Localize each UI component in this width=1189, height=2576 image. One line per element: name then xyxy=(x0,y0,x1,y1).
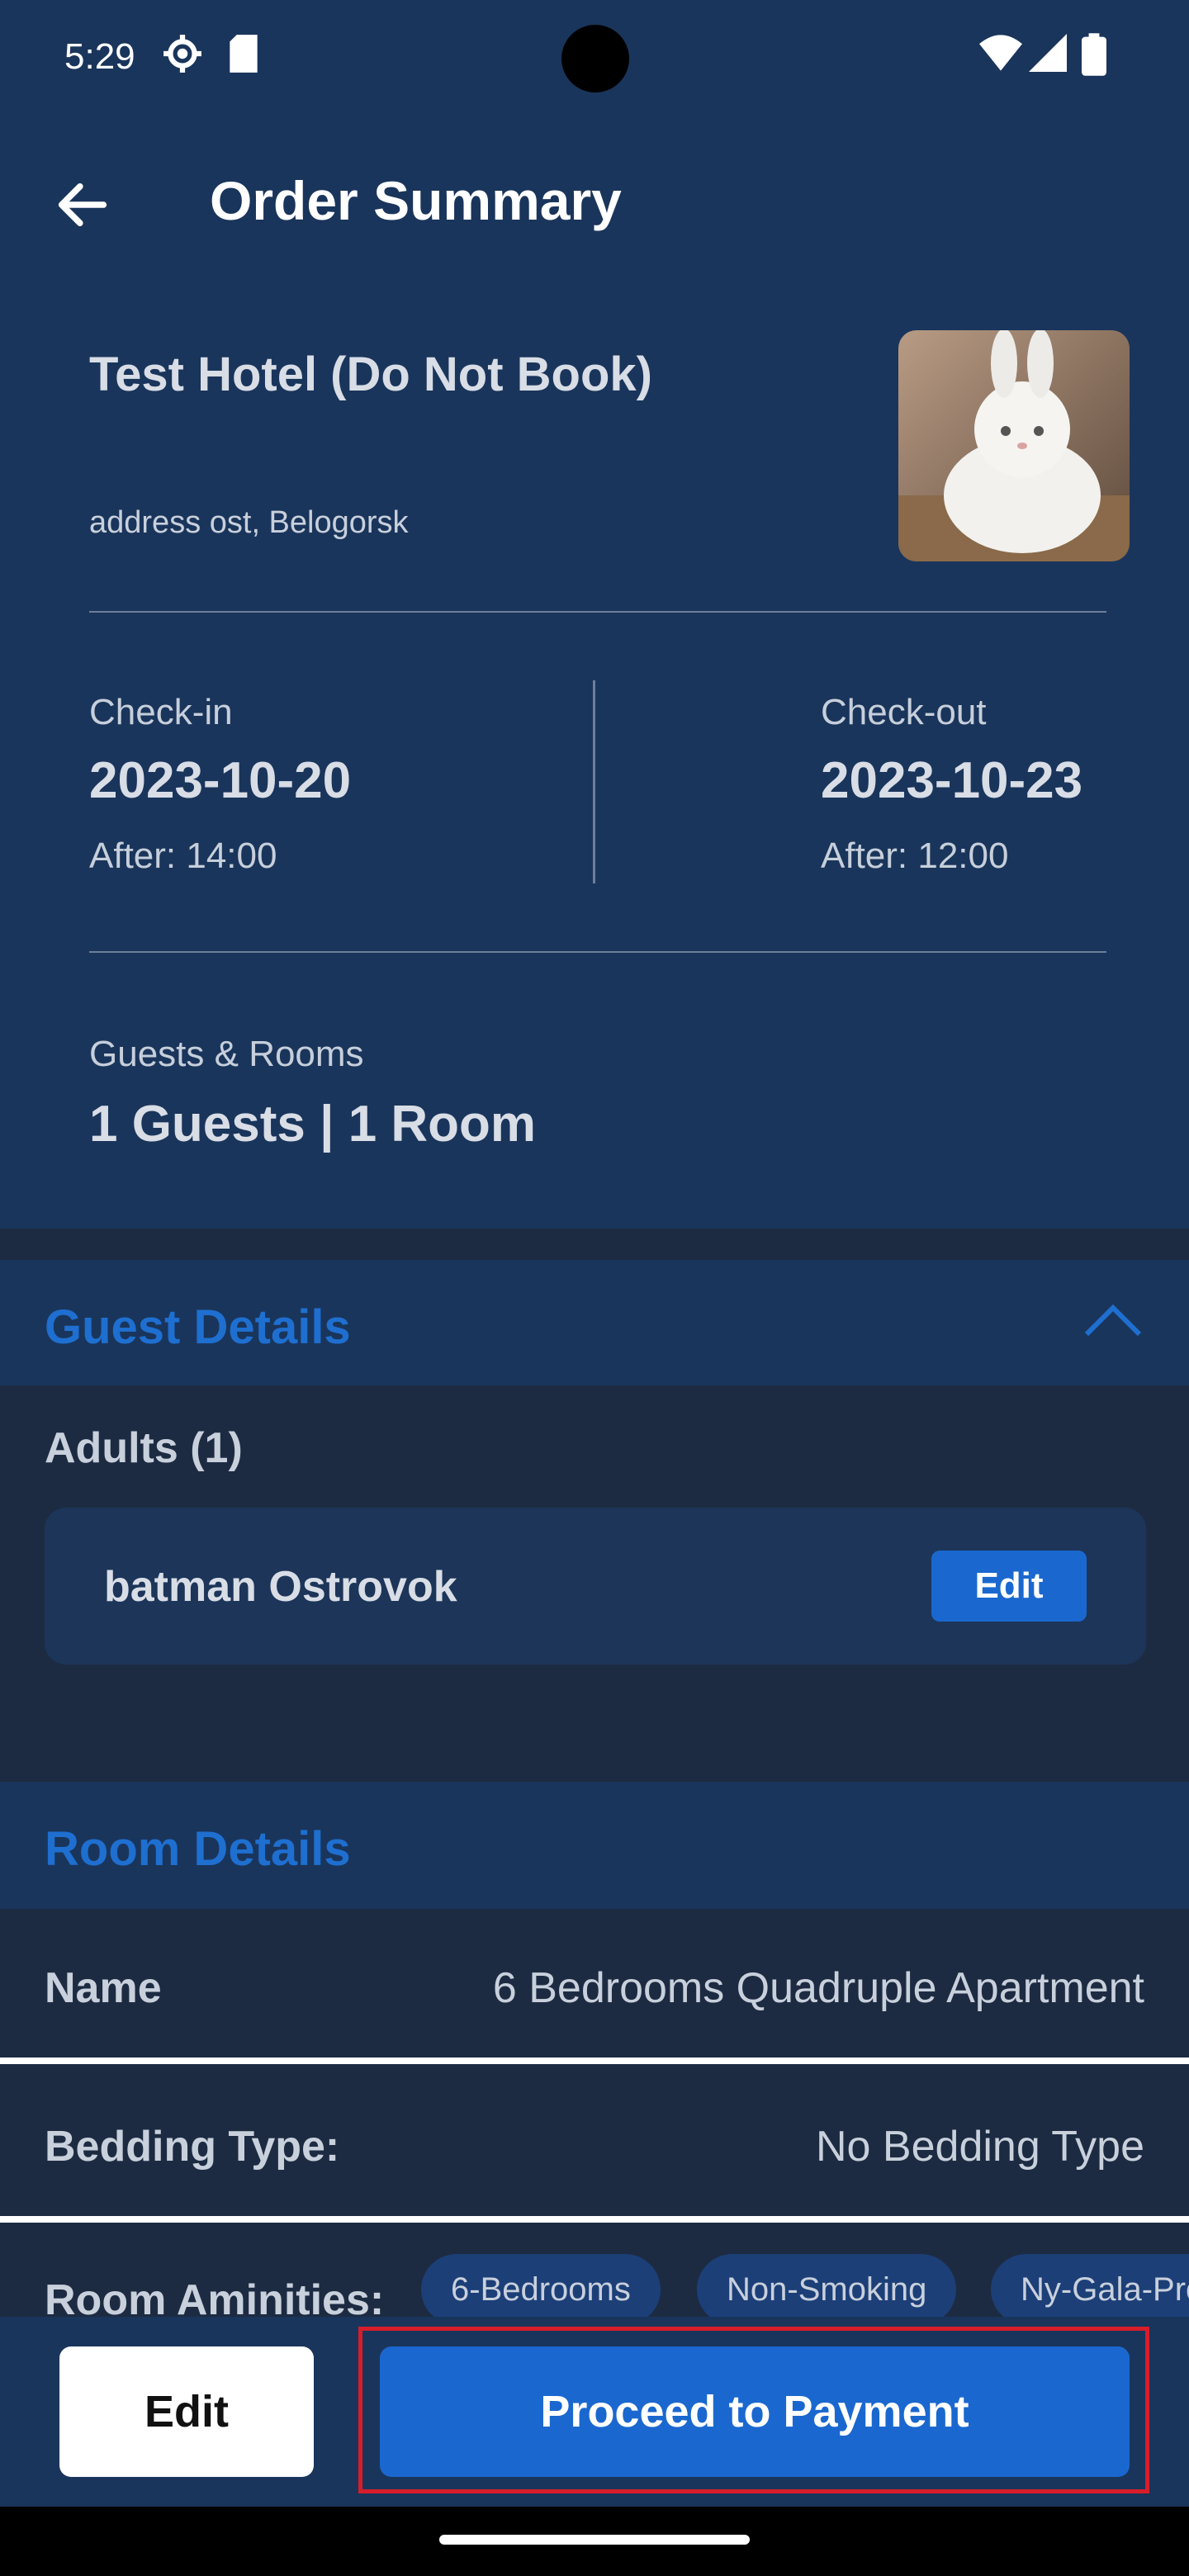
row-divider xyxy=(0,2216,1189,2223)
bedding-type-label: Bedding Type: xyxy=(45,2123,340,2171)
guests-rooms-label: Guests & Rooms xyxy=(89,1034,364,1074)
status-time: 5:29 xyxy=(64,36,135,77)
bedding-type-value: No Bedding Type xyxy=(816,2123,1144,2171)
edit-guest-button[interactable]: Edit xyxy=(931,1551,1087,1622)
amenity-chip: Ny-Gala-Pro xyxy=(991,2254,1189,2325)
section-gap xyxy=(0,1229,1189,1260)
highlight-box xyxy=(358,2327,1149,2493)
guest-name: batman Ostrovok xyxy=(104,1563,457,1611)
guest-details-title: Guest Details xyxy=(45,1300,351,1354)
amenity-chip: Non-Smoking xyxy=(697,2254,957,2325)
wifi-icon xyxy=(979,35,1022,71)
checkout-date: 2023-10-23 xyxy=(821,752,1083,809)
home-indicator[interactable] xyxy=(439,2535,750,2545)
sd-card-icon xyxy=(230,35,258,73)
adults-label: Adults (1) xyxy=(45,1424,243,1472)
guests-rooms-value: 1 Guests | 1 Room xyxy=(89,1096,537,1153)
hotel-address: address ost, Belogorsk xyxy=(89,505,409,540)
divider xyxy=(89,611,1106,613)
chevron-up-icon[interactable] xyxy=(1083,1301,1143,1341)
camera-cutout xyxy=(561,25,629,92)
page-title: Order Summary xyxy=(210,170,622,231)
battery-icon xyxy=(1082,33,1106,76)
checkout-label: Check-out xyxy=(821,692,987,732)
hotel-name: Test Hotel (Do Not Book) xyxy=(89,348,652,401)
checkin-date: 2023-10-20 xyxy=(89,752,352,809)
back-arrow-icon[interactable] xyxy=(51,173,114,236)
amenity-chip: 6-Bedrooms xyxy=(421,2254,661,2325)
divider xyxy=(89,951,1106,953)
room-details-title: Room Details xyxy=(45,1822,351,1876)
checkin-time: After: 14:00 xyxy=(89,836,277,876)
room-name-value: 6 Bedrooms Quadruple Apartment xyxy=(492,1964,1144,2012)
checkin-label: Check-in xyxy=(89,692,233,732)
checkin-checkout-separator xyxy=(593,680,595,883)
hotel-photo xyxy=(898,330,1130,561)
room-name-label: Name xyxy=(45,1964,162,2012)
signal-icon xyxy=(1029,34,1067,72)
row-divider xyxy=(0,2057,1189,2064)
checkout-time: After: 12:00 xyxy=(821,836,1009,876)
settings-icon xyxy=(163,35,201,73)
edit-button[interactable]: Edit xyxy=(59,2346,314,2477)
